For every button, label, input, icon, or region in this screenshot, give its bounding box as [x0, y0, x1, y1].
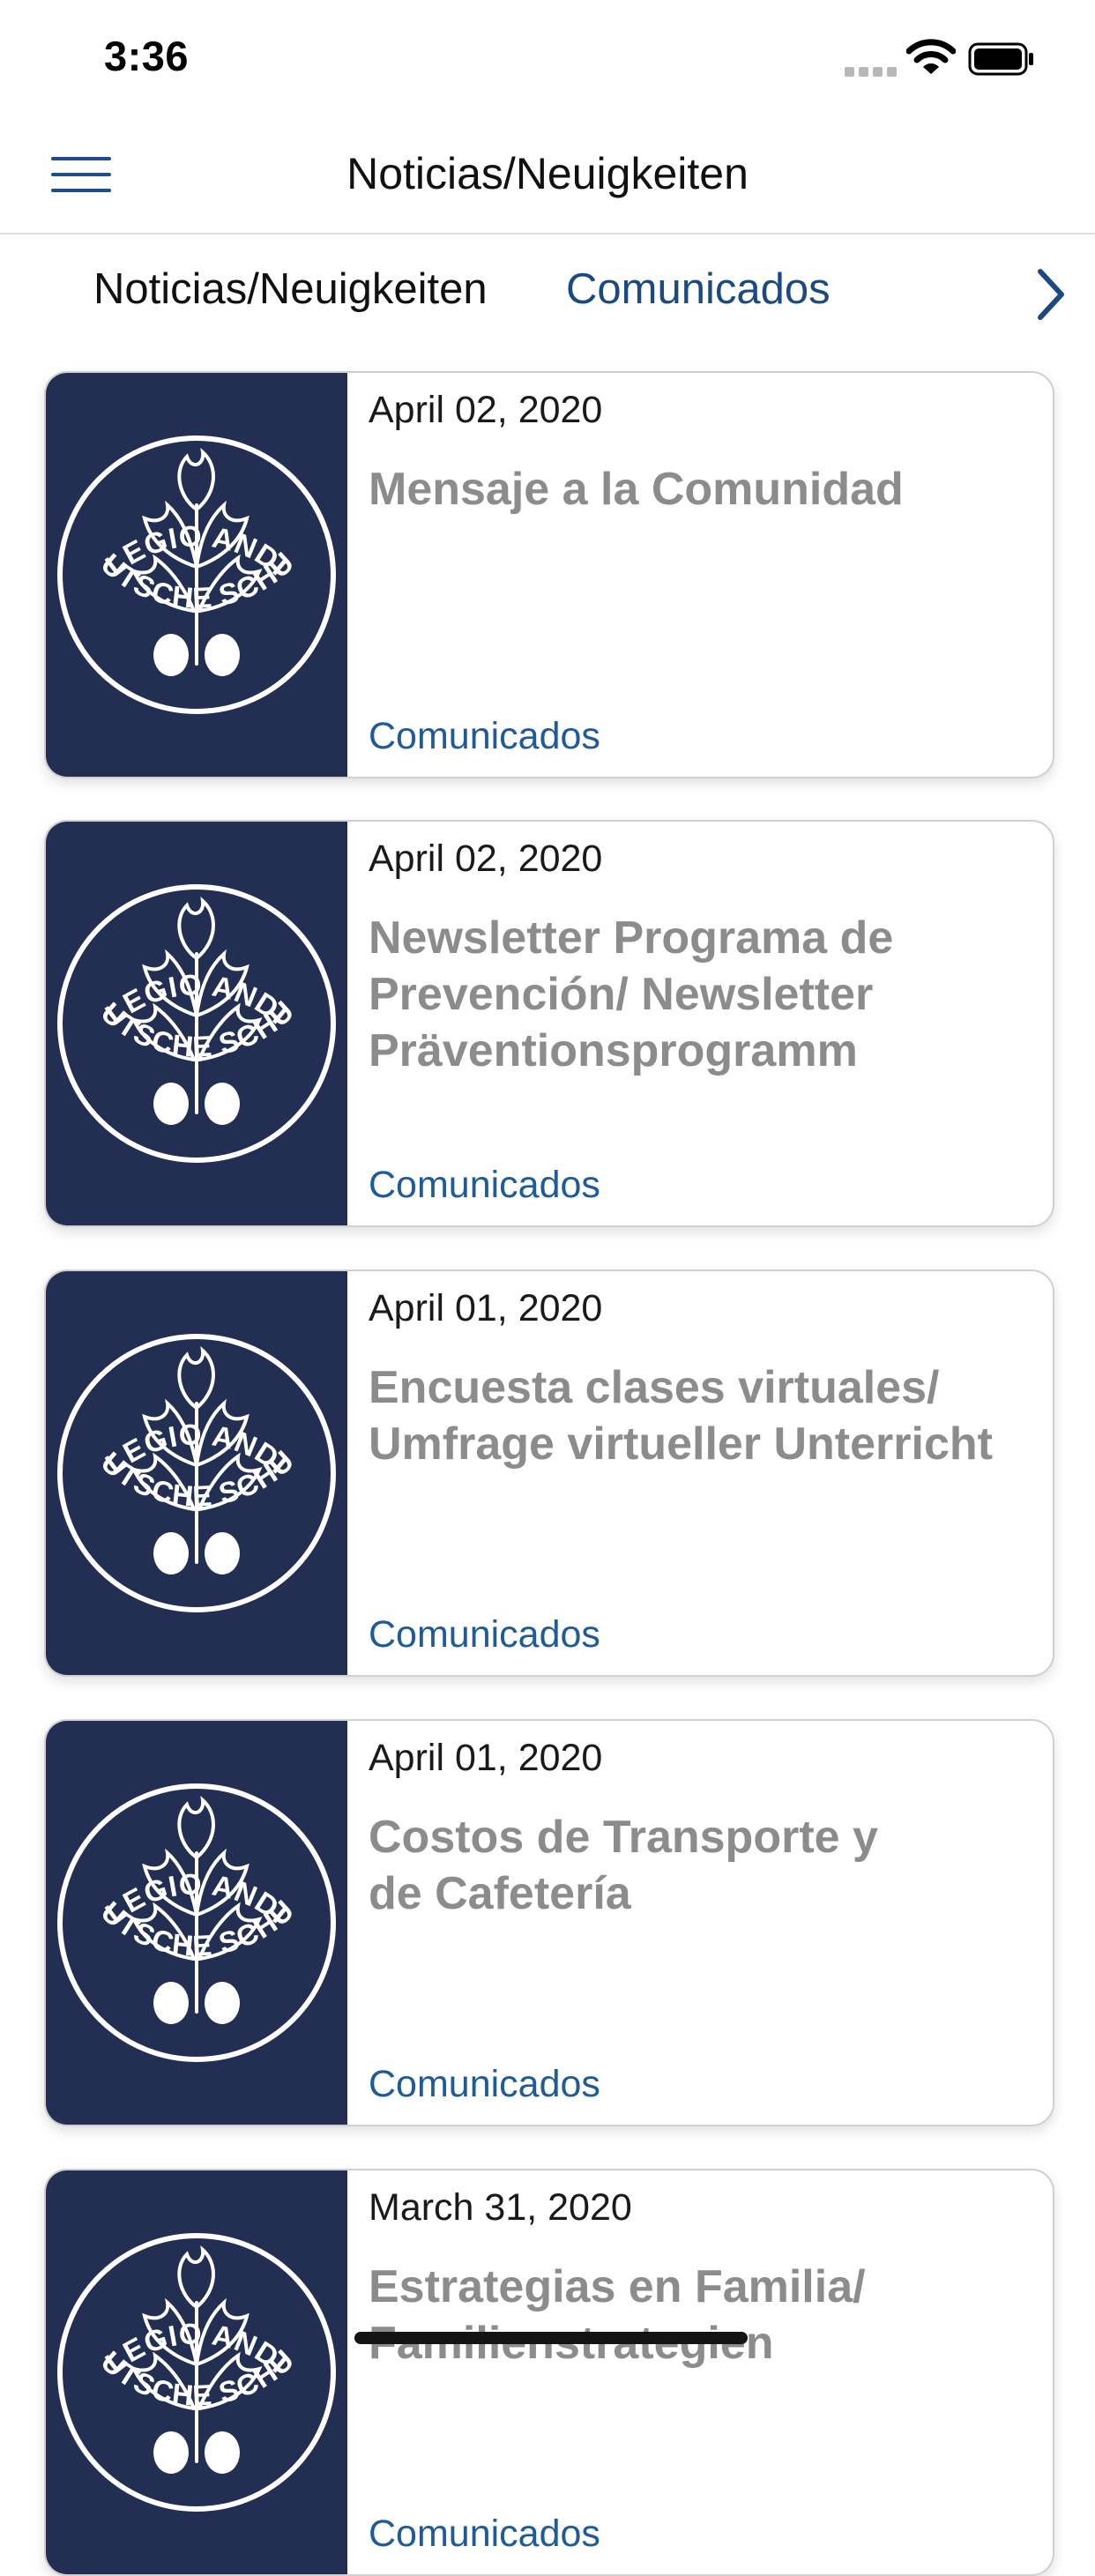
tab-noticias[interactable]: Noticias/Neuigkeiten — [93, 264, 488, 314]
card-title: Estrategias en Familia/Familienstrategie… — [369, 2259, 1030, 2371]
logo-top-text: COLEGIO ANDINO — [46, 1721, 294, 1930]
logo-top-text: COLEGIO ANDINO — [46, 1271, 294, 1480]
news-card[interactable]: COLEGIO ANDINO DEUTSCHE SCHULE April 01,… — [44, 1269, 1054, 1677]
card-date: April 01, 2020 — [369, 1287, 603, 1329]
home-indicator — [354, 2332, 748, 2344]
card-thumbnail: COLEGIO ANDINO DEUTSCHE SCHULE — [46, 1721, 347, 2125]
school-logo: COLEGIO ANDINO DEUTSCHE SCHULE — [46, 822, 336, 1163]
school-logo: COLEGIO ANDINO DEUTSCHE SCHULE — [46, 2170, 336, 2512]
card-title-line: Encuesta clases virtuales/ — [369, 1362, 940, 1413]
card-category-link[interactable]: Comunicados — [369, 1613, 600, 1657]
card-category-link[interactable]: Comunicados — [369, 2513, 600, 2556]
card-title: Costos de Transporte y de Cafetería — [369, 1809, 1030, 1922]
card-title: Encuesta clases virtuales/Umfrage virtue… — [369, 1359, 1030, 1472]
nav-bar: Noticias/Neuigkeiten — [0, 115, 1095, 235]
school-logo: COLEGIO ANDINO DEUTSCHE SCHULE — [46, 1271, 336, 1612]
card-date: April 02, 2020 — [369, 838, 603, 880]
svg-text:COLEGIO ANDINO: COLEGIO ANDINO — [46, 822, 294, 1031]
tab-strip: Noticias/Neuigkeiten Comunicados — [0, 235, 1095, 349]
svg-text:COLEGIO ANDINO: COLEGIO ANDINO — [46, 373, 294, 582]
card-title: Newsletter Programa de Prevención/ Newsle… — [369, 910, 1030, 1079]
card-category-link[interactable]: Comunicados — [369, 715, 600, 758]
card-title-line: Umfrage virtueller Unterricht — [369, 1418, 993, 1470]
chevron-right-icon[interactable] — [1033, 266, 1069, 323]
news-card[interactable]: COLEGIO ANDINO DEUTSCHE SCHULE March 31,… — [44, 2169, 1054, 2576]
card-thumbnail: COLEGIO ANDINO DEUTSCHE SCHULE — [46, 1271, 347, 1675]
status-bar: 3:36 — [0, 0, 1095, 115]
cellular-signal-icon — [845, 67, 897, 77]
tab-comunicados[interactable]: Comunicados — [566, 264, 831, 314]
svg-text:COLEGIO ANDINO: COLEGIO ANDINO — [46, 2170, 294, 2379]
page-title: Noticias/Neuigkeiten — [346, 149, 749, 198]
news-card[interactable]: COLEGIO ANDINO DEUTSCHE SCHULE April 02,… — [44, 820, 1054, 1227]
news-card[interactable]: COLEGIO ANDINO DEUTSCHE SCHULE April 01,… — [44, 1719, 1054, 2126]
card-category-link[interactable]: Comunicados — [369, 2063, 600, 2106]
svg-text:COLEGIO ANDINO: COLEGIO ANDINO — [46, 1271, 294, 1480]
logo-top-text: COLEGIO ANDINO — [46, 373, 294, 582]
card-date: March 31, 2020 — [369, 2186, 632, 2229]
school-logo: COLEGIO ANDINO DEUTSCHE SCHULE — [46, 373, 336, 714]
card-thumbnail: COLEGIO ANDINO DEUTSCHE SCHULE — [46, 2170, 347, 2574]
battery-icon — [968, 42, 1033, 76]
card-thumbnail: COLEGIO ANDINO DEUTSCHE SCHULE — [46, 822, 347, 1225]
card-title-line: Präventionsprogramm — [369, 1025, 858, 1076]
status-time: 3:36 — [104, 33, 190, 79]
card-date: April 02, 2020 — [369, 389, 603, 431]
card-title-line: Estrategias en Familia/ — [369, 2261, 866, 2312]
logo-top-text: COLEGIO ANDINO — [46, 822, 294, 1031]
svg-text:COLEGIO ANDINO: COLEGIO ANDINO — [46, 1721, 294, 1930]
card-title-line: Newsletter Programa de — [369, 912, 894, 964]
card-title: Mensaje a la Comunidad — [369, 461, 1030, 517]
logo-top-text: COLEGIO ANDINO — [46, 2170, 294, 2379]
card-title-line: Mensaje a la Comunidad — [369, 464, 904, 515]
card-title-line: Prevención/ Newsletter — [369, 969, 874, 1020]
card-title-line: Costos de Transporte y — [369, 1812, 878, 1863]
wifi-icon — [906, 39, 956, 74]
card-category-link[interactable]: Comunicados — [369, 1164, 600, 1207]
card-title-line: de Cafetería — [369, 1868, 631, 1919]
card-date: April 01, 2020 — [369, 1737, 603, 1779]
card-thumbnail: COLEGIO ANDINO DEUTSCHE SCHULE — [46, 373, 347, 777]
news-card[interactable]: COLEGIO ANDINO DEUTSCHE SCHULE April 02,… — [44, 371, 1054, 778]
school-logo: COLEGIO ANDINO DEUTSCHE SCHULE — [46, 1721, 336, 2062]
